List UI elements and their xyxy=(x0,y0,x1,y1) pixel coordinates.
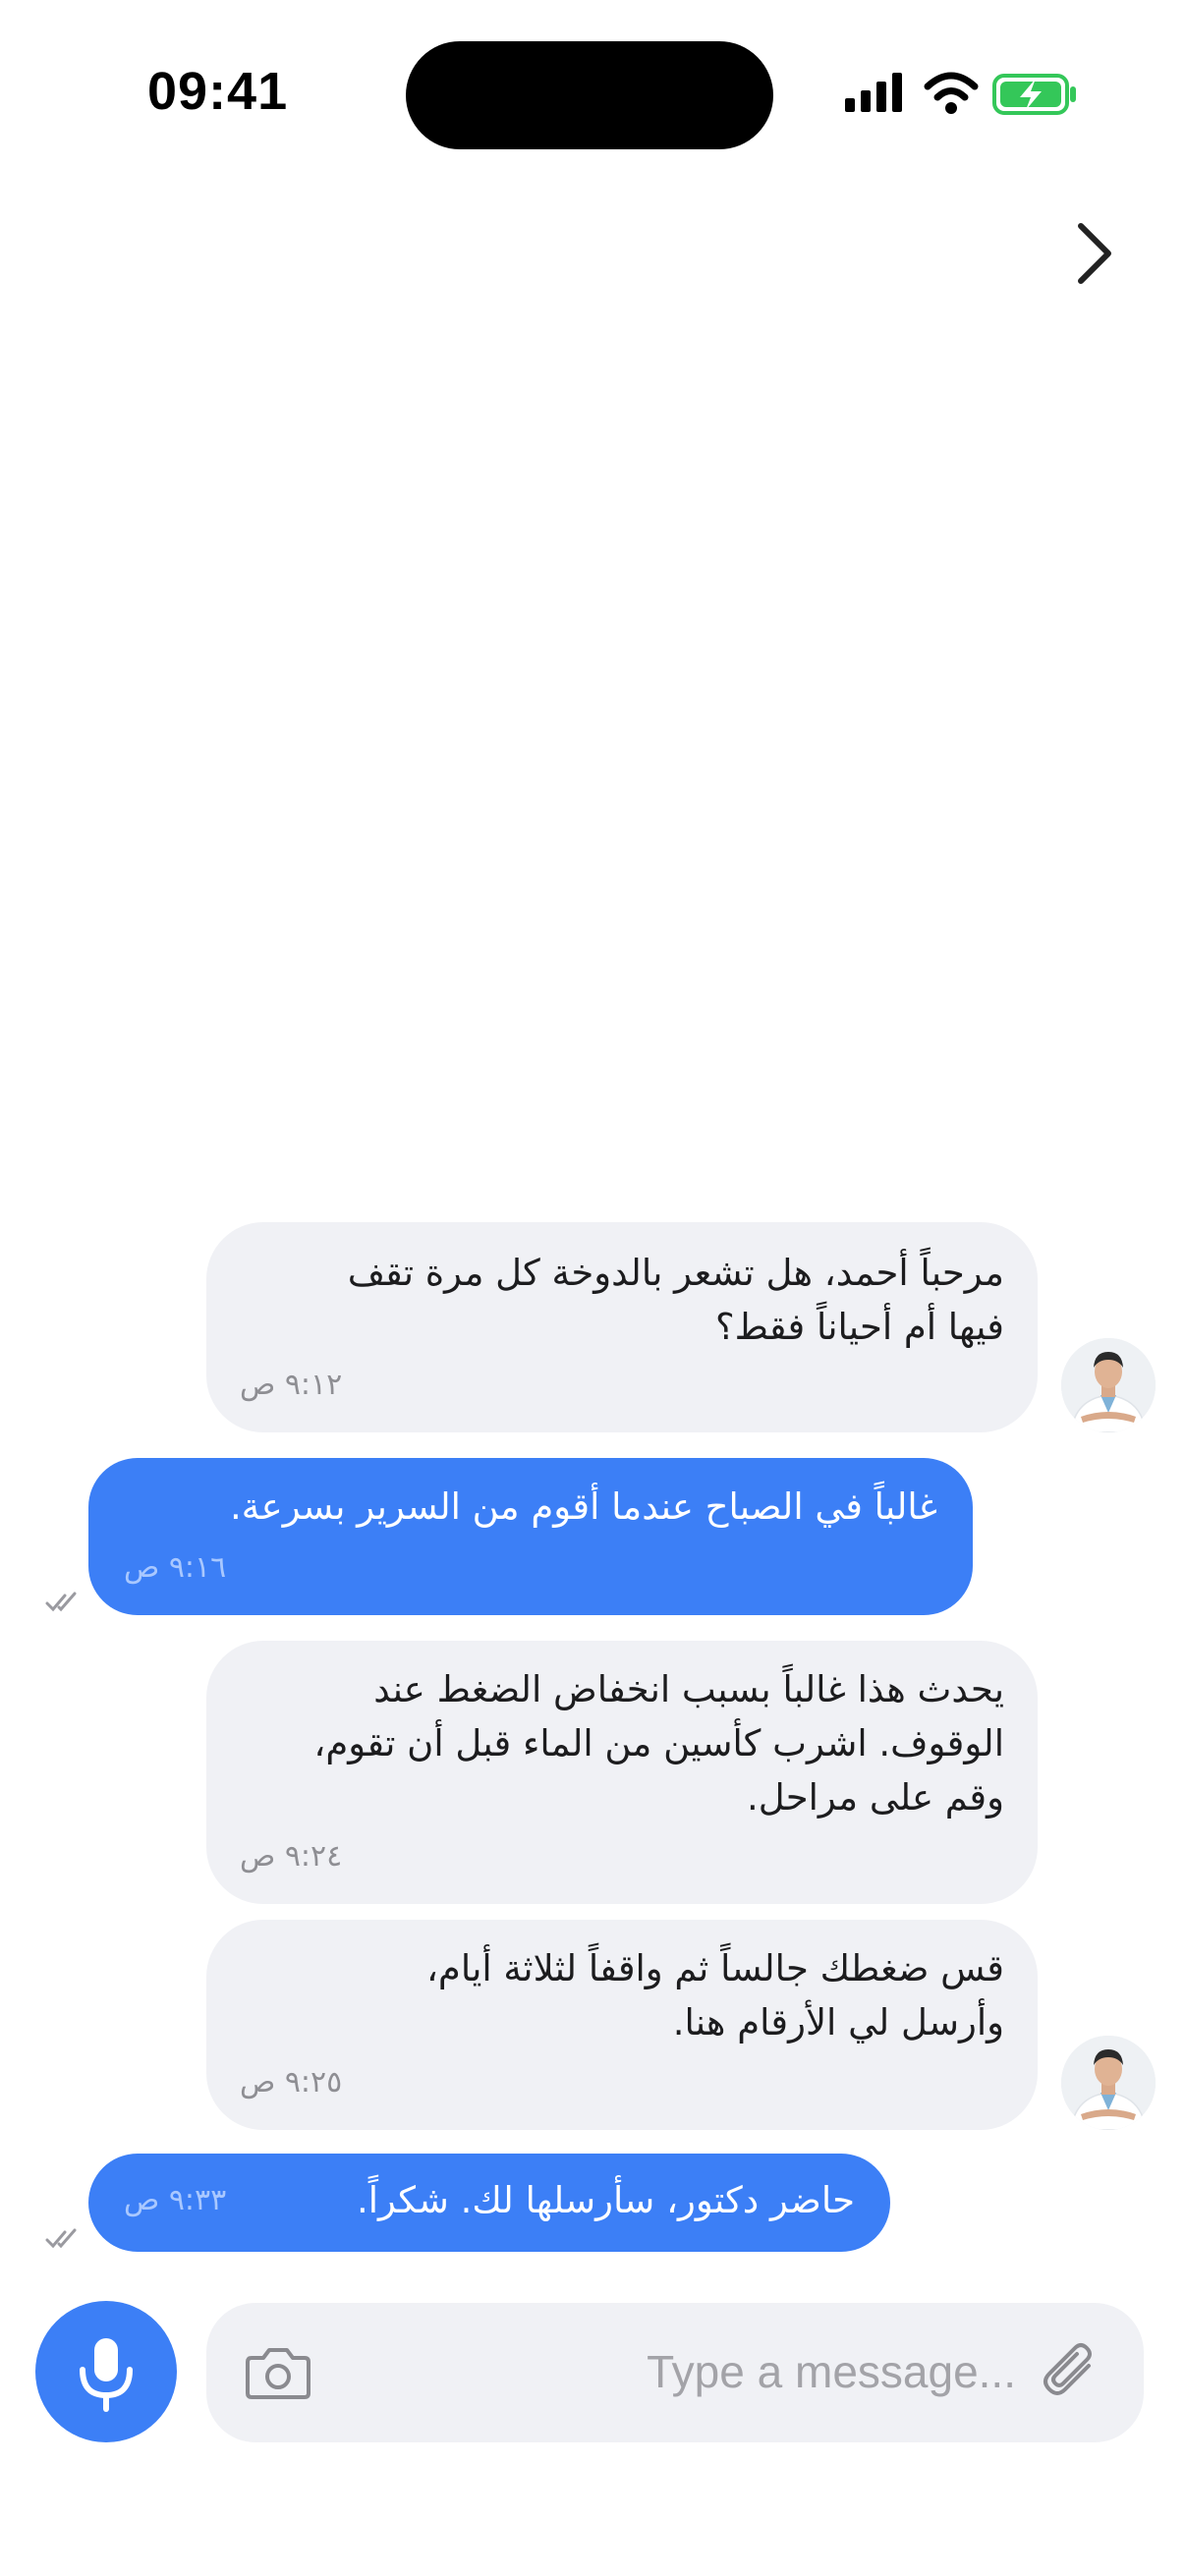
status-time: 09:41 xyxy=(147,62,289,121)
message-text: قس ضغطك جالساً ثم واقفاً لثلاثة أيام، xyxy=(425,1947,1004,1989)
outgoing-message-bubble[interactable]: غالباً في الصباح عندما أقوم من السرير بس… xyxy=(88,1458,973,1615)
microphone-icon xyxy=(80,2338,133,2412)
message-time: ٩:١٦ ص xyxy=(124,1550,227,1585)
message-input[interactable]: Type a message... xyxy=(206,2303,1144,2442)
wifi-icon xyxy=(924,72,979,114)
message-text: الوقوف. اشرب كأسين من الماء قبل أن تقوم، xyxy=(313,1722,1004,1764)
message-text: يحدث هذا غالباً بسبب انخفاض الضغط عند xyxy=(373,1668,1004,1710)
read-receipt-icon xyxy=(45,1592,77,1612)
message-time: ٩:١٢ ص xyxy=(240,1368,343,1402)
incoming-message-bubble[interactable]: مرحباً أحمد، هل تشعر بالدوخة كل مرة تقف … xyxy=(206,1222,1038,1432)
paperclip-icon[interactable] xyxy=(1036,2336,1108,2409)
message-text: حاضر دكتور، سأرسلها لك. شكراً. xyxy=(356,2179,855,2221)
mic-button[interactable] xyxy=(35,2301,177,2442)
doctor-avatar[interactable] xyxy=(1061,2036,1156,2130)
message-time: ٩:٣٣ ص xyxy=(124,2183,227,2217)
message-time: ٩:٢٤ ص xyxy=(240,1839,343,1874)
incoming-message-bubble[interactable]: يحدث هذا غالباً بسبب انخفاض الضغط عند ال… xyxy=(206,1641,1038,1904)
dynamic-island xyxy=(406,41,773,149)
message-text: فيها أم أحياناً فقط؟ xyxy=(715,1306,1004,1348)
chevron-right-icon[interactable] xyxy=(1069,218,1120,289)
status-icons xyxy=(845,72,1076,115)
doctor-avatar[interactable] xyxy=(1061,1338,1156,1432)
status-bar: 09:41 xyxy=(0,0,1185,187)
message-text: وأرسل لي الأرقام هنا. xyxy=(672,2001,1004,2044)
message-placeholder: Type a message... xyxy=(647,2346,1016,2397)
message-text: غالباً في الصباح عندما أقوم من السرير بس… xyxy=(230,1485,937,1528)
battery-icon xyxy=(992,74,1076,115)
read-receipt-icon xyxy=(45,2228,77,2249)
doctor-avatar-icon xyxy=(1061,1338,1156,1432)
message-time: ٩:٢٥ ص xyxy=(240,2065,343,2100)
camera-icon[interactable] xyxy=(242,2336,314,2409)
message-text: مرحباً أحمد، هل تشعر بالدوخة كل مرة تقف xyxy=(347,1252,1004,1294)
incoming-message-bubble[interactable]: قس ضغطك جالساً ثم واقفاً لثلاثة أيام، وأ… xyxy=(206,1920,1038,2130)
cellular-signal-icon xyxy=(845,73,902,112)
doctor-avatar-icon xyxy=(1061,2036,1156,2130)
outgoing-message-bubble[interactable]: حاضر دكتور، سأرسلها لك. شكراً. ٩:٣٣ ص xyxy=(88,2154,890,2252)
message-text: وقم على مراحل. xyxy=(746,1776,1004,1819)
